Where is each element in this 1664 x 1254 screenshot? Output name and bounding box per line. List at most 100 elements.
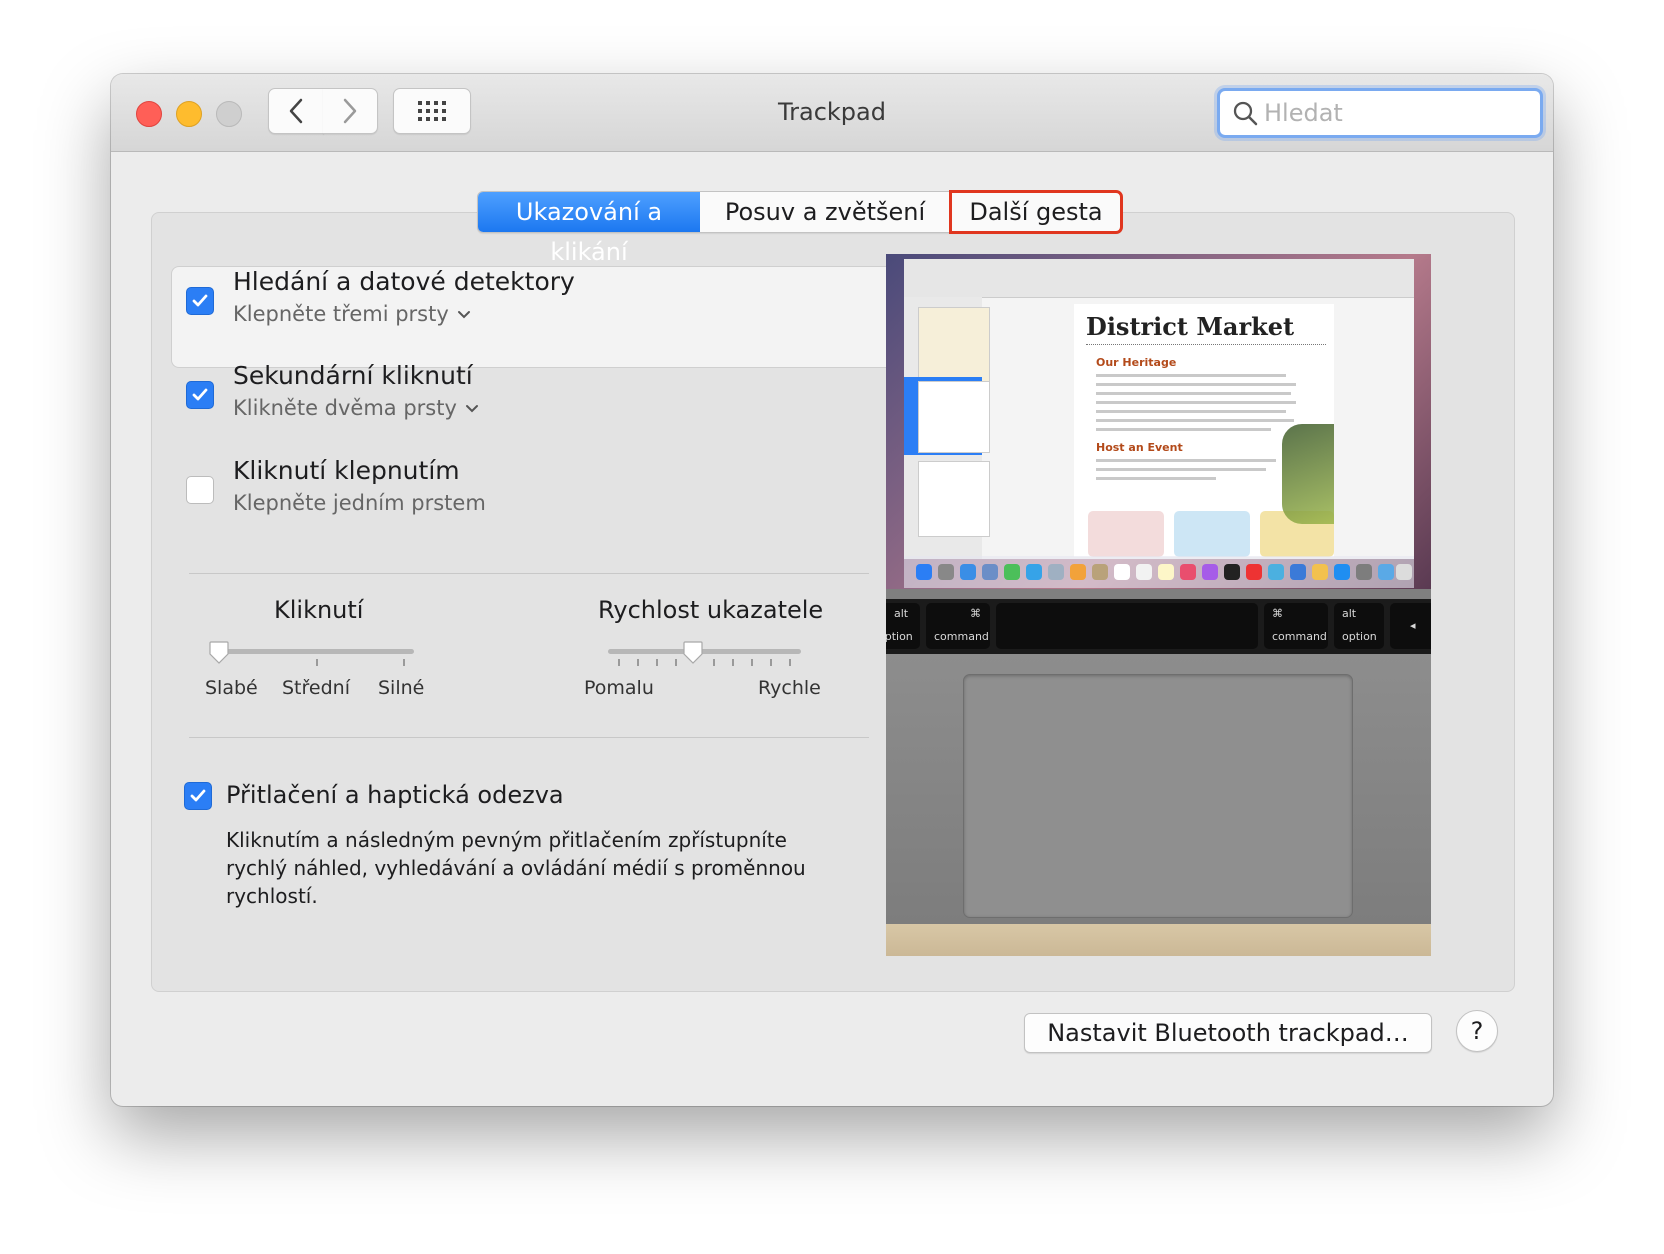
preview-toolbar	[904, 259, 1414, 298]
lookup-gesture-label: Klepněte třemi prsty	[233, 302, 449, 326]
preview-dock	[904, 556, 1414, 588]
dock-app-icon	[1202, 564, 1218, 580]
dock-trash-icon	[1396, 564, 1412, 580]
preview-text-line	[1096, 477, 1216, 480]
dock-app-icon	[1114, 564, 1130, 580]
preview-trackpad	[963, 674, 1353, 918]
dock-app-icon	[1378, 564, 1394, 580]
dock-app-icon	[1268, 564, 1284, 580]
dock-app-icon	[1312, 564, 1328, 580]
dock-app-icon	[1004, 564, 1020, 580]
search-icon	[1233, 101, 1258, 126]
preview-dining-tile	[1174, 511, 1250, 557]
search-field[interactable]	[1217, 88, 1543, 138]
secondary-click-gesture-menu[interactable]: Klikněte dvěma prsty	[233, 396, 479, 420]
help-button[interactable]: ?	[1456, 1010, 1498, 1052]
lookup-gesture-menu[interactable]: Klepněte třemi prsty	[233, 302, 471, 326]
slider-tick	[656, 659, 658, 666]
dock-app-icon	[1334, 564, 1350, 580]
preview-thumbnail	[918, 307, 990, 387]
preview-text-line	[1096, 383, 1296, 386]
dock-app-icon	[1356, 564, 1372, 580]
secondary-click-title: Sekundární kliknutí	[233, 361, 473, 390]
preview-doc-heading: Our Heritage	[1096, 356, 1177, 369]
slider-tick	[732, 659, 734, 666]
dock-app-icon	[1070, 564, 1086, 580]
slider-tick	[789, 659, 791, 666]
search-input[interactable]	[1262, 98, 1526, 128]
preview-text-line	[1096, 392, 1291, 395]
dock-app-icon	[960, 564, 976, 580]
key-command-left: ⌘ command	[926, 603, 990, 649]
preview-text-line	[1096, 410, 1286, 413]
preview-doc-title: District Market	[1086, 312, 1295, 341]
tracking-label-slow: Pomalu	[584, 677, 654, 699]
force-click-checkbox[interactable]	[184, 782, 212, 810]
key-option-right: alt option	[1334, 603, 1384, 649]
secondary-click-gesture-label: Klikněte dvěma prsty	[233, 396, 457, 420]
lookup-checkbox[interactable]	[186, 287, 214, 315]
slider-tick	[618, 659, 620, 666]
preview-rule	[1086, 344, 1326, 346]
dock-app-icon	[1158, 564, 1174, 580]
click-slider-knob[interactable]	[208, 641, 230, 665]
preview-text-line	[1096, 374, 1286, 377]
slider-tick	[713, 659, 715, 666]
separator	[189, 737, 869, 738]
preview-desk	[886, 924, 1431, 956]
title-bar: Trackpad	[111, 74, 1553, 152]
preview-document: District Market Our Heritage Host an Eve…	[1074, 304, 1334, 557]
slider-tick	[637, 659, 639, 666]
preview-pages-window: District Market Our Heritage Host an Eve…	[904, 259, 1414, 559]
tab-bar: Ukazování a klikání Posuv a zvětšení Dal…	[477, 190, 1123, 266]
click-label-firm: Silné	[378, 677, 425, 699]
dock-app-icon	[1290, 564, 1306, 580]
click-label-light: Slabé	[205, 677, 258, 699]
tap-to-click-checkbox[interactable]	[186, 476, 214, 504]
slider-tick	[403, 659, 405, 666]
preview-text-line	[1096, 428, 1271, 431]
dock-app-icon	[1224, 564, 1240, 580]
dock-app-icon	[1092, 564, 1108, 580]
gesture-preview: District Market Our Heritage Host an Eve…	[886, 254, 1431, 956]
preview-text-line	[1096, 468, 1266, 471]
dock-app-icon	[1048, 564, 1064, 580]
tap-to-click-title: Kliknutí klepnutím	[233, 456, 460, 485]
dock-app-icon	[1026, 564, 1042, 580]
setup-bluetooth-trackpad-button[interactable]: Nastavit Bluetooth trackpad…	[1024, 1013, 1432, 1053]
dock-app-icon	[1180, 564, 1196, 580]
key-space	[996, 603, 1258, 649]
checkmark-icon	[190, 789, 206, 802]
checkmark-icon	[192, 388, 208, 401]
dock-app-icon	[1136, 564, 1152, 580]
tap-to-click-subtitle: Klepněte jedním prstem	[233, 491, 486, 515]
dock-app-icon	[982, 564, 998, 580]
key-command-right: ⌘ command	[1264, 603, 1328, 649]
slider-tick	[751, 659, 753, 666]
secondary-click-checkbox[interactable]	[186, 381, 214, 409]
click-label-medium: Střední	[282, 677, 350, 699]
preview-vegetable-image	[1282, 424, 1334, 524]
dock-app-icon	[938, 564, 954, 580]
tracking-slider-track[interactable]	[608, 649, 801, 654]
key-option-left: alt option	[886, 603, 920, 649]
click-slider-track[interactable]	[219, 649, 414, 654]
tab-scroll-and-zoom[interactable]: Posuv a zvětšení	[700, 192, 951, 232]
dock-app-icon	[916, 564, 932, 580]
preview-keyboard: alt option ⌘ command ⌘ command alt optio…	[886, 599, 1431, 654]
key-arrow-left: ◂	[1390, 603, 1431, 649]
tracking-label-fast: Rychle	[758, 677, 821, 699]
preview-screen: District Market Our Heritage Host an Eve…	[886, 254, 1431, 589]
slider-tick	[675, 659, 677, 666]
tab-more-gestures[interactable]: Další gesta	[949, 190, 1123, 234]
preview-text-line	[1096, 459, 1276, 462]
tracking-slider-knob[interactable]	[682, 641, 704, 665]
chevron-down-icon	[457, 311, 470, 319]
slider-tick	[770, 659, 772, 666]
separator	[189, 573, 869, 574]
tab-point-and-click[interactable]: Ukazování a klikání	[478, 192, 700, 266]
preview-doc-heading: Host an Event	[1096, 441, 1183, 454]
force-click-title: Přitlačení a haptická odezva	[226, 781, 564, 809]
preview-thumbnail	[918, 461, 990, 537]
preview-text-line	[1096, 401, 1296, 404]
